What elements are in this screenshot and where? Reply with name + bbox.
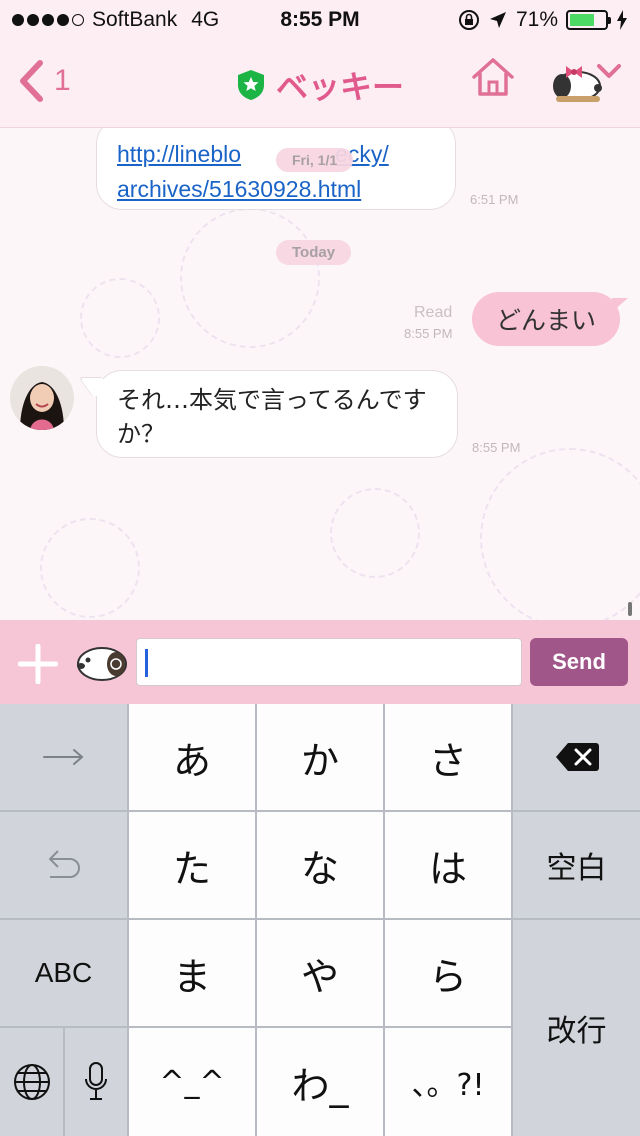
link-message-time: 6:51 PM — [470, 192, 519, 207]
chevron-down-icon[interactable] — [596, 62, 622, 80]
key-emoticon[interactable]: ^_^ — [129, 1028, 255, 1136]
carrier-name: SoftBank — [92, 8, 178, 31]
signal-strength-icon — [12, 14, 84, 26]
chat-header: 1 ベッキー — [0, 40, 640, 128]
unread-count: 1 — [54, 64, 71, 97]
battery-icon — [566, 10, 611, 30]
abc-key[interactable]: ABC — [0, 920, 127, 1026]
globe-key[interactable] — [0, 1028, 63, 1136]
text-caret — [145, 649, 148, 677]
sent-message-time: 8:55 PM — [404, 326, 453, 341]
chat-title: ベッキー — [275, 68, 404, 106]
background-pattern — [80, 278, 160, 358]
received-message-time: 8:55 PM — [472, 440, 521, 455]
key-ka[interactable]: か — [257, 704, 383, 810]
scroll-indicator[interactable] — [628, 602, 632, 616]
background-pattern — [40, 518, 140, 618]
back-button[interactable]: 1 — [18, 60, 71, 102]
sticker-icon[interactable] — [74, 638, 130, 686]
link-text-line2[interactable]: archives/51630928.html — [117, 176, 361, 202]
key-na[interactable]: な — [257, 812, 383, 918]
read-receipt: Read — [414, 304, 453, 321]
network-type: 4G — [191, 8, 220, 31]
message-composer: Send — [0, 620, 640, 704]
key-ra[interactable]: ら — [385, 920, 511, 1026]
date-separator-today: Today — [276, 240, 352, 265]
charging-icon — [617, 10, 627, 30]
snoopy-avatar-icon[interactable] — [548, 52, 604, 108]
verified-star-icon — [237, 70, 264, 100]
sent-message-text: どんまい — [495, 306, 596, 335]
home-icon[interactable] — [470, 56, 516, 98]
back-chevron-icon — [20, 60, 43, 102]
key-sa[interactable]: さ — [385, 704, 511, 810]
delete-key[interactable] — [513, 704, 640, 810]
key-ta[interactable]: た — [129, 812, 255, 918]
background-pattern — [180, 208, 320, 348]
contact-avatar[interactable] — [10, 366, 74, 430]
battery-percent: 71% — [515, 8, 558, 31]
background-pattern — [330, 488, 420, 578]
microphone-icon — [85, 1062, 107, 1100]
date-separator-fri: Fri, 1/1 — [276, 148, 354, 172]
undo-icon — [48, 850, 80, 878]
undo-key[interactable] — [0, 812, 127, 918]
backspace-icon — [555, 743, 599, 771]
plus-icon[interactable] — [18, 644, 58, 684]
key-ha[interactable]: は — [385, 812, 511, 918]
key-punctuation[interactable]: 、。?! — [385, 1028, 511, 1136]
sent-message-bubble[interactable]: どんまい — [472, 292, 628, 346]
return-key[interactable]: 改行 — [513, 920, 640, 1136]
message-list[interactable]: http://lineblo ecky/ archives/51630928.ht… — [0, 128, 640, 620]
key-ma[interactable]: ま — [129, 920, 255, 1026]
background-pattern — [480, 448, 640, 620]
key-wa[interactable]: わ_ — [257, 1028, 383, 1136]
arrow-right-icon — [42, 749, 84, 765]
japanese-keyboard: あ か さ た な は 空白 ABC ま や ら 改行 ^_^ わ_ 、。?! — [0, 704, 640, 1136]
next-candidate-key[interactable] — [0, 704, 127, 810]
key-ya[interactable]: や — [257, 920, 383, 1026]
link-text-line1[interactable]: http://lineblo — [117, 141, 241, 167]
space-key[interactable]: 空白 — [513, 812, 640, 918]
status-bar: SoftBank 4G 8:55 PM 71% — [0, 0, 640, 40]
received-message-text: それ…本気で言ってるんですか？ — [117, 386, 427, 448]
mic-key[interactable] — [65, 1028, 127, 1136]
globe-icon — [13, 1064, 50, 1100]
link-message-bubble[interactable]: http://lineblo ecky/ archives/51630928.ht… — [96, 128, 456, 210]
send-button[interactable]: Send — [530, 638, 628, 686]
orientation-lock-icon — [458, 10, 479, 30]
key-a[interactable]: あ — [129, 704, 255, 810]
location-icon — [489, 12, 506, 28]
message-input[interactable] — [136, 638, 522, 686]
received-message-bubble[interactable]: それ…本気で言ってるんですか？ — [96, 370, 458, 458]
